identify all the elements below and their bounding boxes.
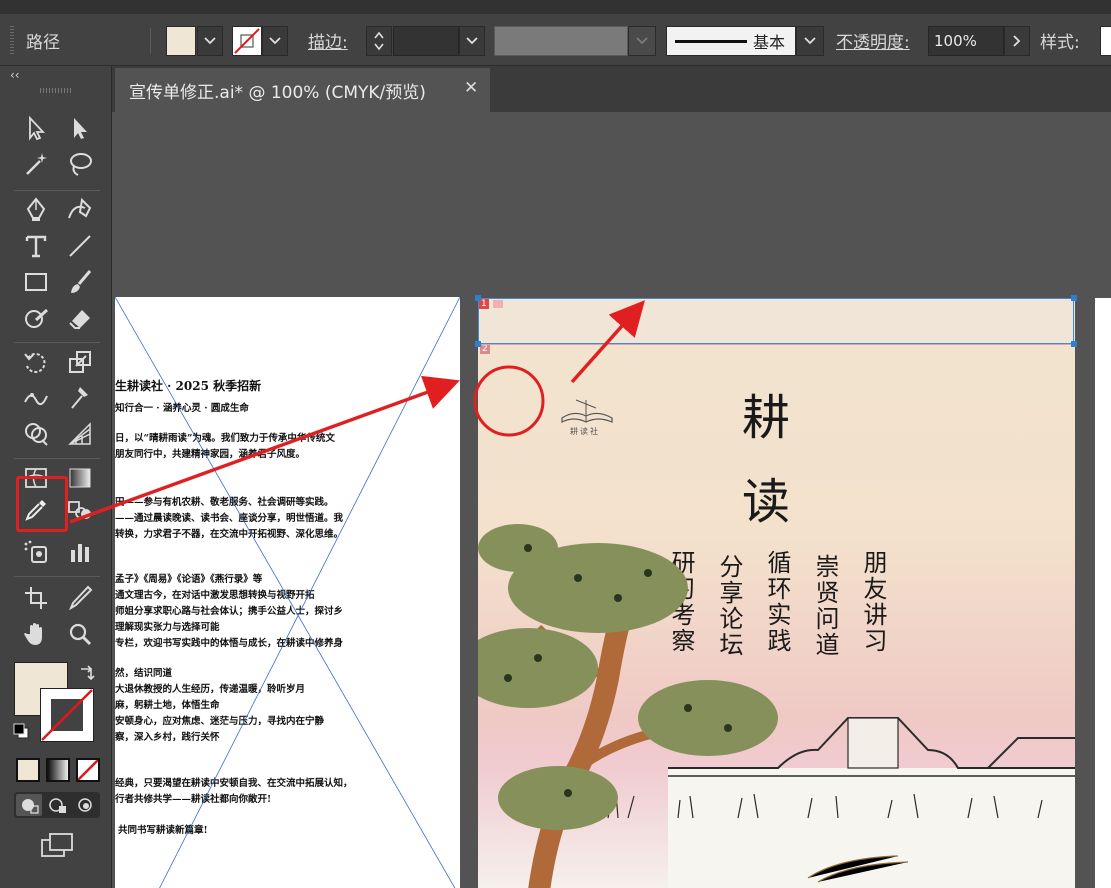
no-stroke-icon <box>234 28 260 54</box>
slice-badge-icon <box>493 300 503 308</box>
divider <box>14 576 100 577</box>
selection-handle[interactable] <box>475 341 481 347</box>
brush-stroke-preview <box>675 39 747 43</box>
panel-grip[interactable] <box>40 88 72 93</box>
gradient-tool-icon[interactable] <box>63 462 97 494</box>
default-fill-stroke-icon[interactable] <box>12 722 30 740</box>
variable-width-dropdown[interactable] <box>628 26 656 56</box>
column-graph-tool-icon[interactable] <box>63 536 97 568</box>
collapse-panel-button[interactable]: ‹‹ <box>10 68 20 82</box>
draw-normal-mode[interactable] <box>16 794 42 816</box>
draw-inside-icon <box>78 798 92 812</box>
divider <box>14 458 100 459</box>
selected-header-rect[interactable]: 1 <box>478 298 1074 344</box>
rectangle-tool-icon[interactable] <box>19 266 53 298</box>
color-mode-button[interactable] <box>16 758 40 782</box>
eyedropper-highlight-box <box>16 476 68 532</box>
type-tool-icon[interactable] <box>19 230 53 262</box>
scale-tool-icon[interactable] <box>63 346 97 378</box>
stroke-color-swatch[interactable] <box>40 688 94 742</box>
object-type-label: 路径 <box>26 33 60 53</box>
brush-definition[interactable]: 基本 <box>666 26 796 56</box>
menu-strip <box>0 0 1111 14</box>
paintbrush-tool-icon[interactable] <box>63 266 97 298</box>
placeholder-cross-lines <box>115 297 460 888</box>
width-tool-icon[interactable] <box>19 382 53 414</box>
blend-tool-icon[interactable] <box>63 494 97 526</box>
fill-swatch[interactable] <box>166 26 196 56</box>
drawing-modes <box>14 792 100 818</box>
stroke-dropdown[interactable] <box>262 26 288 56</box>
draw-normal-icon <box>22 799 39 814</box>
tools-panel: ‹‹ <box>0 66 112 888</box>
artboard-right[interactable]: 耕读社 耕 读 朋友讲习 崇贤问道 循环实践 分享论坛 研习考察 <box>478 298 1075 888</box>
opacity-label[interactable]: 不透明度: <box>836 28 910 53</box>
brush-name: 基本 <box>753 33 786 52</box>
hand-tool-icon[interactable] <box>19 618 53 650</box>
document-title: 宣传单修正.ai* @ 100% (CMYK/预览) <box>129 82 426 103</box>
artboard-next[interactable] <box>1095 298 1111 888</box>
stroke-weight-field[interactable] <box>393 26 459 56</box>
draw-behind-mode[interactable] <box>44 794 70 816</box>
symbol-sprayer-tool-icon[interactable] <box>19 536 53 568</box>
chevron-right-icon <box>1013 35 1021 47</box>
stroke-swatch[interactable] <box>232 26 262 56</box>
stroke-weight-stepper[interactable] <box>366 26 392 56</box>
selection-handle[interactable] <box>475 295 481 301</box>
direct-selection-tool-icon[interactable] <box>63 112 97 144</box>
curvature-tool-icon[interactable] <box>63 194 97 226</box>
close-tab-button[interactable]: ✕ <box>464 78 478 98</box>
chevron-down-icon <box>269 37 281 45</box>
variable-width-profile[interactable] <box>494 26 628 56</box>
slice-tool-icon[interactable] <box>63 582 97 614</box>
rotate-tool-icon[interactable] <box>19 346 53 378</box>
selection-handle[interactable] <box>1071 295 1077 301</box>
divider <box>14 342 100 343</box>
stroke-label[interactable]: 描边: <box>308 28 348 53</box>
gradient-mode-button[interactable] <box>46 758 70 782</box>
graphic-style-swatch[interactable] <box>1100 26 1111 56</box>
control-bar: 路径 描边: 基本 不透明度: 100% 样式: <box>0 14 1111 66</box>
perspective-grid-tool-icon[interactable] <box>63 418 97 450</box>
canvas-area[interactable]: 生耕读社 · 2025 秋季招新 知行合一 · 涵养心灵 · 圆成生命 日，以“… <box>112 112 1111 888</box>
chevron-down-icon <box>804 37 816 45</box>
shaper-tool-icon[interactable] <box>19 302 53 334</box>
selection-tool-icon[interactable] <box>19 112 53 144</box>
opacity-flyout[interactable] <box>1004 26 1030 56</box>
none-slash-icon <box>41 689 93 741</box>
none-slash-icon <box>78 760 98 780</box>
panel-grip[interactable] <box>10 26 14 56</box>
pen-tool-icon[interactable] <box>19 194 53 226</box>
fill-dropdown[interactable] <box>197 26 223 56</box>
artboard-edge <box>478 344 1075 345</box>
divider <box>14 190 100 191</box>
artboard-left[interactable]: 生耕读社 · 2025 秋季招新 知行合一 · 涵养心灵 · 圆成生命 日，以“… <box>115 297 460 888</box>
document-tab[interactable]: 宣传单修正.ai* @ 100% (CMYK/预览) <box>115 68 490 112</box>
poster-illustration <box>478 524 1075 888</box>
draw-inside-mode[interactable] <box>72 794 98 816</box>
style-label: 样式: <box>1040 33 1080 53</box>
artboard-number-2: 2 <box>480 344 490 354</box>
chevron-down-icon <box>466 37 478 45</box>
shape-builder-tool-icon[interactable] <box>19 418 53 450</box>
lasso-tool-icon[interactable] <box>63 148 97 180</box>
swap-fill-stroke-icon[interactable] <box>78 664 96 682</box>
stepper-icon <box>374 31 384 51</box>
stroke-weight-dropdown[interactable] <box>459 26 485 56</box>
magic-wand-tool-icon[interactable] <box>19 148 53 180</box>
selection-handle[interactable] <box>1071 341 1077 347</box>
screen-mode-icon[interactable] <box>40 832 76 858</box>
brush-dropdown[interactable] <box>796 26 824 56</box>
none-mode-button[interactable] <box>76 758 100 782</box>
chevron-down-icon <box>636 37 648 45</box>
zoom-tool-icon[interactable] <box>63 618 97 650</box>
puppet-warp-tool-icon[interactable] <box>63 382 97 414</box>
draw-behind-icon <box>49 798 66 813</box>
line-segment-tool-icon[interactable] <box>63 230 97 262</box>
divider <box>150 28 151 54</box>
artboard-tool-icon[interactable] <box>19 582 53 614</box>
eraser-tool-icon[interactable] <box>63 302 97 334</box>
chevron-down-icon <box>204 37 216 45</box>
opacity-field[interactable]: 100% <box>928 26 1004 56</box>
